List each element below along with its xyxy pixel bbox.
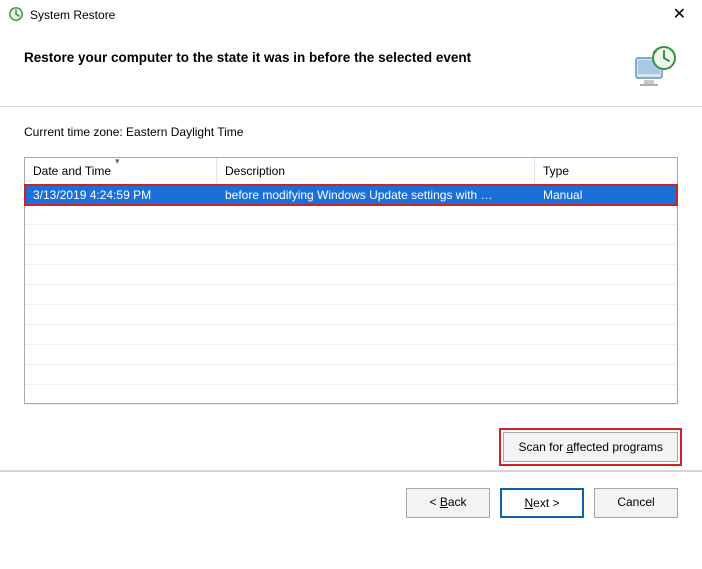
table-header: Date and Time ▾ Description Type [25, 158, 677, 185]
system-restore-large-icon [630, 44, 678, 92]
system-restore-icon [8, 6, 24, 25]
back-prefix: < [429, 495, 439, 509]
title-bar-left: System Restore [8, 6, 115, 25]
table-row-empty [25, 385, 677, 405]
back-ul: B [440, 495, 448, 509]
cell-type: Manual [535, 185, 677, 204]
next-button[interactable]: Next > [500, 488, 584, 518]
close-button[interactable]: ✕ [665, 3, 694, 27]
table-row-empty [25, 245, 677, 265]
table-row-empty [25, 325, 677, 345]
table-row[interactable]: 3/13/2019 4:24:59 PMbefore modifying Win… [25, 185, 677, 205]
scan-row: Scan for affected programs [0, 414, 702, 470]
table-row-empty [25, 305, 677, 325]
window-title: System Restore [30, 8, 115, 22]
cancel-button[interactable]: Cancel [594, 488, 678, 518]
table-row-empty [25, 205, 677, 225]
next-ul: N [524, 496, 533, 510]
cell-description: before modifying Windows Update settings… [217, 185, 535, 204]
scan-btn-suffix: ffected programs [573, 440, 663, 454]
page-heading: Restore your computer to the state it wa… [24, 50, 471, 65]
next-suffix: ext > [533, 496, 559, 510]
footer: < Back Next > Cancel [0, 471, 702, 534]
table-row-empty [25, 345, 677, 365]
content-area: Current time zone: Eastern Daylight Time… [0, 107, 702, 414]
scan-btn-prefix: Scan for [518, 440, 566, 454]
table-body: 3/13/2019 4:24:59 PMbefore modifying Win… [25, 185, 677, 403]
header: Restore your computer to the state it wa… [0, 30, 702, 106]
restore-points-table: Date and Time ▾ Description Type 3/13/20… [24, 157, 678, 404]
column-header-date[interactable]: Date and Time ▾ [25, 158, 217, 184]
table-row-empty [25, 365, 677, 385]
column-header-description[interactable]: Description [217, 158, 535, 184]
sort-indicator-icon: ▾ [115, 156, 120, 167]
scan-affected-programs-button[interactable]: Scan for affected programs [503, 432, 678, 462]
table-row-empty [25, 285, 677, 305]
back-suffix: ack [448, 495, 467, 509]
column-header-type[interactable]: Type [535, 158, 677, 184]
timezone-label: Current time zone: Eastern Daylight Time [24, 125, 678, 139]
back-button[interactable]: < Back [406, 488, 490, 518]
table-row-empty [25, 225, 677, 245]
table-row-empty [25, 265, 677, 285]
title-bar: System Restore ✕ [0, 0, 702, 30]
column-header-date-label: Date and Time [33, 164, 111, 178]
cell-date: 3/13/2019 4:24:59 PM [25, 185, 217, 204]
